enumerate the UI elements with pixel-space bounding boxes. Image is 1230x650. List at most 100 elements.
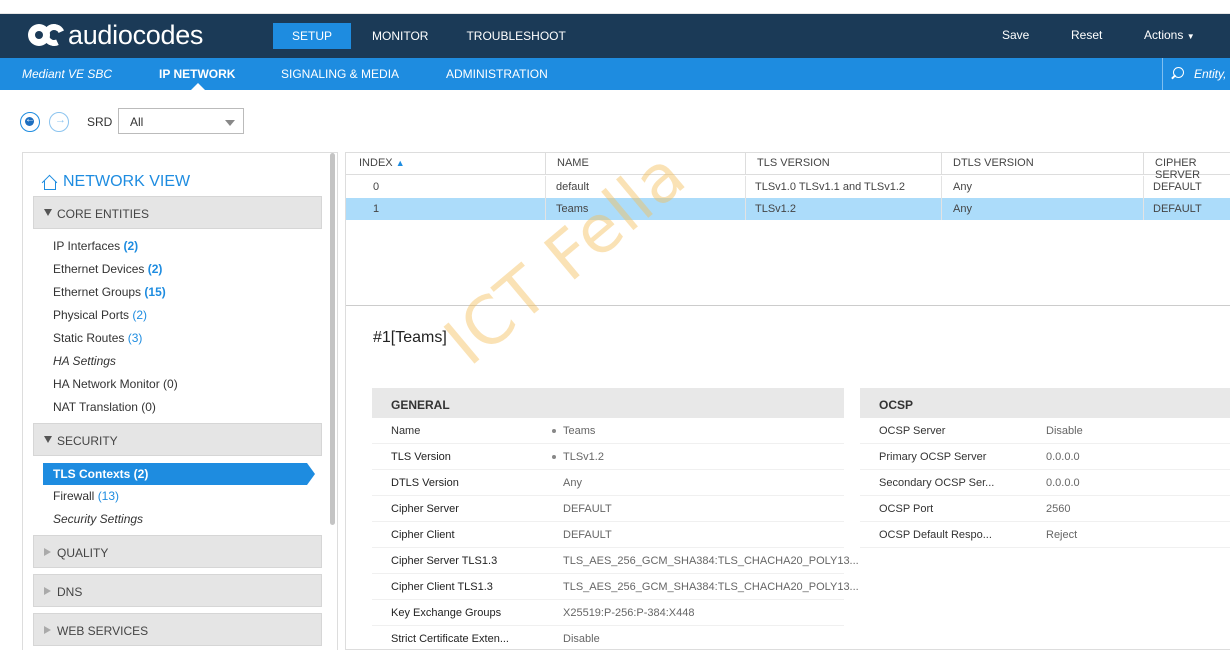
general-heading: GENERAL: [372, 388, 844, 418]
toolbar: ← → SRD All: [0, 90, 1230, 152]
nav-label: Physical Ports: [53, 308, 130, 322]
tab-setup[interactable]: SETUP: [273, 23, 352, 49]
field-cipher-server-tls13: Cipher Server TLS1.3 TLS_AES_256_GCM_SHA…: [372, 548, 859, 574]
cell-dtls-version: Any: [953, 203, 972, 215]
field-value: TLS_AES_256_GCM_SHA384:TLS_CHACHA20_POLY…: [563, 581, 859, 593]
column-label: INDEX: [359, 157, 393, 169]
triangle-right-icon: [44, 548, 51, 556]
nav-label: Ethernet Devices: [53, 262, 145, 276]
nav-nat-translation[interactable]: NAT Translation (0): [53, 400, 156, 414]
logo-mark-icon: [28, 20, 69, 50]
cell-tls-version: TLSv1.2: [755, 203, 796, 215]
tab-ip-network[interactable]: IP NETWORK: [159, 67, 235, 81]
nav-security-settings[interactable]: Security Settings: [53, 512, 143, 526]
nav-static-routes[interactable]: Static Routes (3): [53, 331, 142, 345]
browser-chrome-strip: [0, 0, 1230, 14]
card-heading-label: GENERAL: [391, 398, 450, 412]
dropdown-arrow-icon: [225, 120, 235, 126]
field-key: Name: [391, 425, 421, 437]
logo-text: audiocodes: [68, 20, 204, 50]
field-dtls-version: DTLS Version Any: [372, 470, 844, 496]
field-cipher-client-tls13: Cipher Client TLS1.3 TLS_AES_256_GCM_SHA…: [372, 574, 859, 600]
tab-monitor[interactable]: MONITOR: [353, 23, 447, 49]
field-primary-ocsp-server: Primary OCSP Server 0.0.0.0: [860, 444, 1230, 470]
section-core-entities[interactable]: CORE ENTITIES: [33, 196, 322, 229]
sort-ascending-icon: ▲: [395, 158, 405, 168]
field-value: X25519:P-256:P-384:X448: [563, 607, 695, 619]
nav-physical-ports[interactable]: Physical Ports (2): [53, 308, 147, 322]
section-dns[interactable]: DNS: [33, 574, 322, 607]
nav-label: Ethernet Groups: [53, 285, 142, 299]
network-view-title[interactable]: NETWORK VIEW: [41, 173, 190, 191]
field-ocsp-default-response: OCSP Default Respo... Reject: [860, 522, 1230, 548]
srd-label: SRD: [87, 115, 113, 129]
triangle-right-icon: [44, 626, 51, 634]
nav-tls-contexts[interactable]: TLS Contexts (2): [43, 463, 315, 485]
column-tls-version[interactable]: TLS VERSION: [745, 153, 830, 175]
network-view-label: NETWORK VIEW: [63, 173, 191, 190]
nav-ha-settings[interactable]: HA Settings: [53, 354, 116, 368]
tls-contexts-panel: INDEX ▲ NAME TLS VERSION DTLS VERSION CI…: [345, 152, 1230, 650]
actions-label: Actions: [1144, 28, 1184, 42]
bullet-icon: [552, 455, 556, 459]
nav-count: (2): [147, 262, 163, 276]
pane-divider[interactable]: [346, 305, 1230, 306]
field-key: Strict Certificate Exten...: [391, 633, 509, 645]
nav-ip-interfaces[interactable]: IP Interfaces (2): [53, 239, 138, 253]
table-row-selected[interactable]: 1 Teams TLSv1.2 Any DEFAULT: [346, 198, 1230, 220]
section-label: WEB SERVICES: [57, 624, 149, 638]
tab-signaling-media[interactable]: SIGNALING & MEDIA: [281, 67, 399, 81]
nav-count: (15): [144, 285, 166, 299]
section-security[interactable]: SECURITY: [33, 423, 322, 456]
reset-button[interactable]: Reset: [1071, 28, 1102, 42]
card-heading-label: OCSP: [879, 398, 914, 412]
column-index[interactable]: INDEX ▲: [359, 157, 405, 169]
back-button[interactable]: ←: [20, 112, 40, 132]
field-name: Name Teams: [372, 418, 844, 444]
nav-ethernet-groups[interactable]: Ethernet Groups (15): [53, 285, 166, 299]
nav-ethernet-devices[interactable]: Ethernet Devices (2): [53, 262, 162, 276]
field-key: Secondary OCSP Ser...: [879, 477, 995, 489]
field-value: Disable: [563, 633, 600, 645]
field-value: DEFAULT: [563, 503, 612, 515]
tab-troubleshoot[interactable]: TROUBLESHOOT: [447, 23, 584, 49]
section-web-services[interactable]: WEB SERVICES: [33, 613, 322, 646]
section-quality[interactable]: QUALITY: [33, 535, 322, 568]
field-value: 0.0.0.0: [1046, 451, 1080, 463]
cell-name: Teams: [556, 203, 589, 215]
save-button[interactable]: Save: [1002, 28, 1029, 42]
field-value: DEFAULT: [563, 529, 612, 541]
field-secondary-ocsp-server: Secondary OCSP Ser... 0.0.0.0: [860, 470, 1230, 496]
column-name[interactable]: NAME: [545, 153, 589, 175]
column-cipher-server[interactable]: CIPHER SERVER: [1143, 153, 1230, 181]
field-cipher-client: Cipher Client DEFAULT: [372, 522, 844, 548]
field-value: 2560: [1046, 503, 1071, 515]
scrollbar[interactable]: [330, 153, 335, 525]
column-dtls-version[interactable]: DTLS VERSION: [941, 153, 1034, 175]
entity-search[interactable]: Entity,: [1162, 58, 1230, 90]
field-strict-certificate-extension: Strict Certificate Exten... Disable: [372, 626, 844, 649]
nav-firewall[interactable]: Firewall (13): [53, 489, 119, 503]
srd-select[interactable]: All: [118, 108, 244, 134]
field-key: Key Exchange Groups: [391, 607, 502, 619]
cell-cipher-server: DEFAULT: [1153, 203, 1202, 215]
search-placeholder: Entity,: [1194, 67, 1227, 81]
field-key: Cipher Server TLS1.3: [391, 555, 498, 567]
nav-ha-network-monitor[interactable]: HA Network Monitor (0): [53, 377, 178, 391]
field-key: Cipher Server: [391, 503, 459, 515]
table-header: INDEX ▲ NAME TLS VERSION DTLS VERSION CI…: [346, 153, 1230, 181]
caret-down-icon: ▼: [1186, 32, 1195, 41]
table-row[interactable]: 0 default TLSv1.0 TLSv1.1 and TLSv1.2 An…: [346, 176, 1230, 198]
actions-menu[interactable]: Actions ▼: [1144, 28, 1195, 42]
search-icon: [1173, 67, 1184, 78]
field-key-exchange-groups: Key Exchange Groups X25519:P-256:P-384:X…: [372, 600, 844, 626]
forward-button[interactable]: →: [49, 112, 69, 132]
tab-administration[interactable]: ADMINISTRATION: [446, 67, 548, 81]
field-value: TLSv1.2: [563, 451, 604, 463]
field-key: DTLS Version: [391, 477, 459, 489]
top-header: audiocodes SETUP MONITOR TROUBLESHOOT: [0, 14, 1230, 58]
field-ocsp-port: OCSP Port 2560: [860, 496, 1230, 522]
home-icon: [41, 175, 57, 190]
field-key: Primary OCSP Server: [879, 451, 987, 463]
cell-index: 1: [373, 203, 380, 215]
